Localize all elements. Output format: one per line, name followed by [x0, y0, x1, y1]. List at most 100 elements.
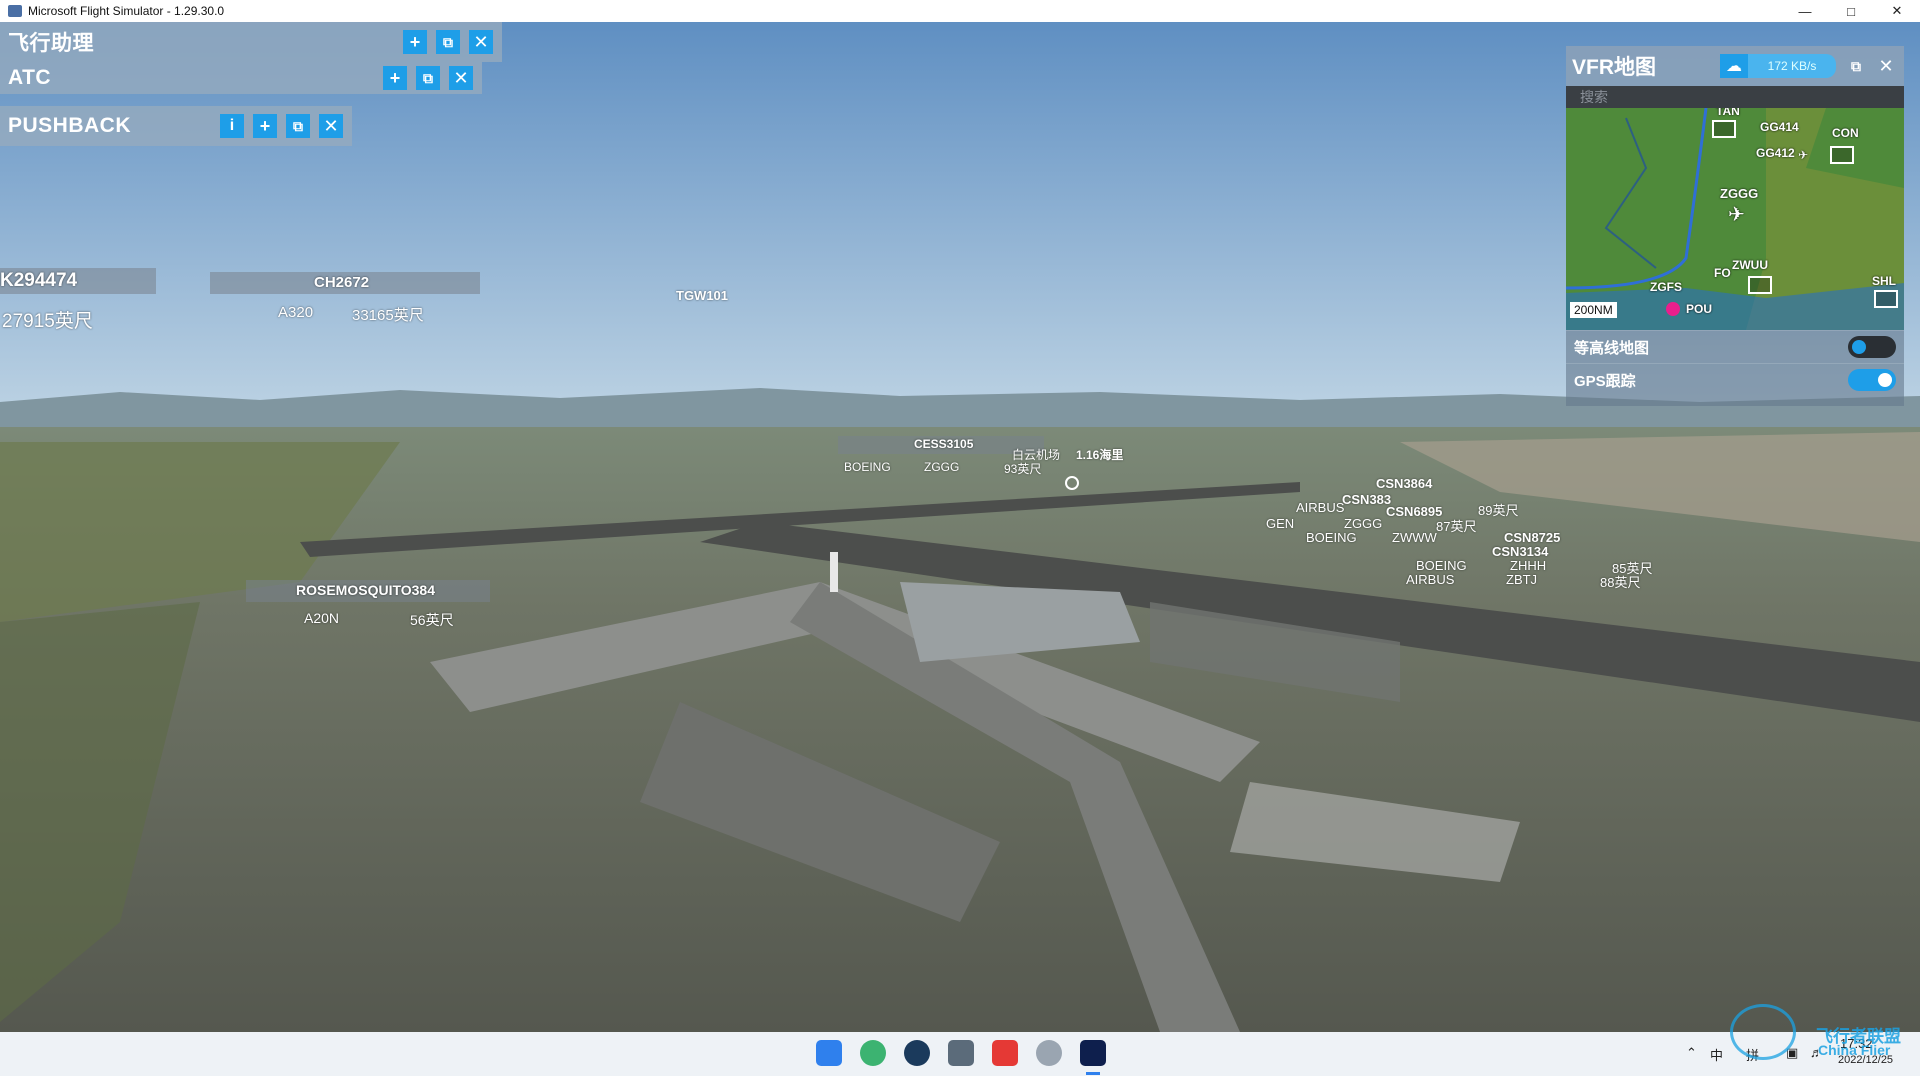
contour-map-toggle[interactable]	[1848, 336, 1896, 358]
traffic-airport: ZGGG	[1344, 516, 1383, 531]
gps-tracking-row[interactable]: GPS跟踪	[1566, 363, 1904, 396]
traffic-type: BOEING	[1306, 530, 1357, 545]
vfr-map-title: VFR地图	[1572, 56, 1656, 79]
undock-icon[interactable]: ⧉	[436, 30, 460, 54]
map-label: ZGGG	[1720, 186, 1759, 201]
airport-icon[interactable]	[1712, 120, 1736, 138]
traffic-type: A20N	[304, 610, 340, 626]
close-icon[interactable]: ✕	[449, 66, 473, 90]
traffic-callsign[interactable]: CSN6895	[1386, 504, 1442, 519]
close-window-button[interactable]: ✕	[1874, 0, 1920, 22]
minimize-button[interactable]: —	[1782, 0, 1828, 22]
map-label: SHL	[1872, 274, 1896, 288]
airport-icon[interactable]	[1874, 290, 1898, 308]
traffic-altitude: 33165英尺	[352, 307, 424, 324]
bandwidth-indicator: 172 KB/s	[1748, 54, 1836, 78]
watermark-logo-icon	[1730, 1004, 1796, 1060]
traffic-extra: GEN	[1266, 516, 1295, 531]
map-scale: 200NM	[1570, 302, 1617, 318]
add-button[interactable]: +	[383, 66, 407, 90]
map-label: GG412	[1756, 146, 1795, 160]
traffic-airport: ZWWW	[1392, 530, 1437, 545]
close-icon[interactable]: ✕	[469, 30, 493, 54]
airport-icon[interactable]	[1830, 146, 1854, 164]
add-button[interactable]: +	[403, 30, 427, 54]
traffic-callsign[interactable]: ROSEMOSQUITO384	[296, 582, 435, 598]
traffic-callsign[interactable]: K294474	[0, 270, 77, 292]
map-label: GG414	[1760, 120, 1799, 134]
flight-simulator-icon[interactable]	[1080, 1040, 1106, 1066]
traffic-airport: ZBTJ	[1506, 572, 1538, 587]
close-icon[interactable]: ✕	[1874, 54, 1898, 78]
ime-lang[interactable]: 中	[1710, 1045, 1723, 1064]
window-title: Microsoft Flight Simulator - 1.29.30.0	[28, 4, 225, 18]
traffic-callsign[interactable]: CH2672	[314, 274, 369, 291]
map-label: CON	[1832, 126, 1859, 140]
traffic-type: AIRBUS	[1406, 572, 1455, 587]
panel-title: ATC	[8, 66, 52, 89]
traffic-callsign[interactable]: CSN383	[1342, 492, 1391, 507]
flight-assistant-panel[interactable]: 飞行助理 + ⧉ ✕	[0, 22, 502, 62]
airport-marker-icon	[1065, 476, 1079, 490]
traffic-altitude: 89英尺	[1478, 503, 1519, 518]
aircraft-icon[interactable]: ✈	[1798, 148, 1808, 162]
wps-icon[interactable]	[992, 1040, 1018, 1066]
airport-marker-icon[interactable]	[1666, 302, 1680, 316]
vfr-map-header: VFR地图 ☁ 172 KB/s ⧉ ✕	[1566, 46, 1904, 86]
airport-icon[interactable]	[1748, 276, 1772, 294]
traffic-type: BOEING	[1416, 558, 1467, 573]
gps-tracking-toggle[interactable]	[1848, 369, 1896, 391]
close-icon[interactable]: ✕	[319, 114, 343, 138]
traffic-callsign[interactable]: TGW101	[676, 288, 728, 303]
simulator-viewport[interactable]: 飞行助理 + ⧉ ✕ ATC + ⧉ ✕ PUSHBACK i + ⧉ ✕ K2…	[0, 22, 1920, 1032]
traffic-altitude: 56英尺	[410, 612, 454, 628]
traffic-type: A320	[278, 304, 314, 321]
traffic-airport: ZGGG	[924, 460, 960, 474]
start-menu-icon[interactable]	[816, 1040, 842, 1066]
gps-tracking-label: GPS跟踪	[1574, 372, 1636, 390]
airport-name[interactable]: 白云机场	[1012, 446, 1060, 463]
map-search-input[interactable]: 搜索	[1566, 86, 1904, 108]
map-label: TAN	[1716, 108, 1740, 118]
panel-title: PUSHBACK	[8, 114, 132, 137]
map-label: FO	[1714, 266, 1731, 280]
traffic-callsign[interactable]: CSN3134	[1492, 544, 1548, 559]
traffic-callsign[interactable]: CESS3105	[914, 437, 973, 451]
undock-icon[interactable]: ⧉	[286, 114, 310, 138]
traffic-altitude: 88英尺	[1600, 575, 1641, 590]
contour-map-row[interactable]: 等高线地图	[1566, 330, 1904, 363]
vfr-map-view[interactable]: TAN GG414 GG412 ✈ CON ZGGG ✈ ZWUU FO ZGF…	[1566, 108, 1904, 330]
traffic-airport: ZHHH	[1510, 558, 1547, 573]
panel-title: 飞行助理	[8, 32, 94, 55]
atc-panel[interactable]: ATC + ⧉ ✕	[0, 62, 482, 94]
taskbar: ⌃ 中 拼 ▣ ♬ 17:32 2022/12/25	[0, 1032, 1920, 1076]
globe-icon[interactable]	[1036, 1040, 1062, 1066]
add-button[interactable]: +	[253, 114, 277, 138]
traffic-altitude: 27915英尺	[2, 311, 93, 332]
map-label: POU	[1686, 302, 1713, 316]
app-icon[interactable]	[904, 1040, 930, 1066]
undock-icon[interactable]: ⧉	[416, 66, 440, 90]
aircraft-icon[interactable]: ✈	[1728, 202, 1745, 227]
app-icon	[8, 5, 22, 17]
network-icon[interactable]: ☁	[1720, 54, 1748, 78]
traffic-callsign[interactable]: CSN8725	[1504, 530, 1560, 545]
map-label: ZGFS	[1650, 280, 1682, 294]
window-titlebar: Microsoft Flight Simulator - 1.29.30.0 —…	[0, 0, 1920, 22]
maximize-button[interactable]: □	[1828, 0, 1874, 22]
active-app-indicator	[1086, 1072, 1100, 1075]
map-label: ZWUU	[1732, 258, 1768, 272]
undock-icon[interactable]: ⧉	[1844, 54, 1868, 78]
vfr-map-panel[interactable]: VFR地图 ☁ 172 KB/s ⧉ ✕ 搜索 TAN GG414 GG412 …	[1566, 46, 1904, 406]
traffic-type: AIRBUS	[1296, 500, 1345, 515]
contour-map-label: 等高线地图	[1574, 339, 1650, 357]
info-button[interactable]: i	[220, 114, 244, 138]
tray-expand-icon[interactable]: ⌃	[1686, 1045, 1697, 1061]
traffic-type: BOEING	[844, 460, 891, 474]
traffic-callsign[interactable]: CSN3864	[1376, 476, 1432, 491]
watermark-en: China Flier	[1818, 1042, 1891, 1058]
pushback-panel[interactable]: PUSHBACK i + ⧉ ✕	[0, 106, 352, 146]
airport-distance: 1.16海里	[1076, 448, 1124, 462]
photos-icon[interactable]	[948, 1040, 974, 1066]
browser-icon[interactable]	[860, 1040, 886, 1066]
